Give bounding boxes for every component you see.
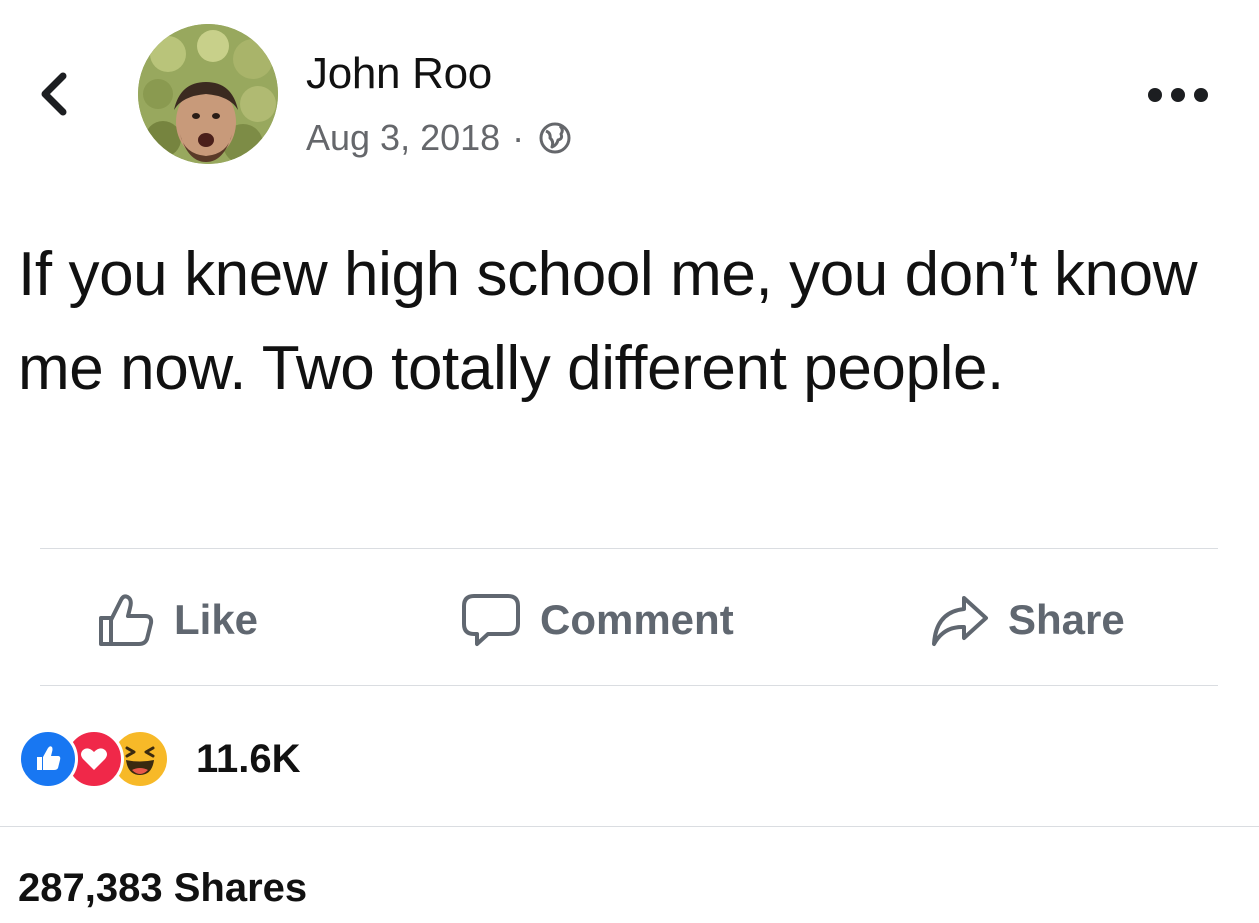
author-name[interactable]: John Roo <box>306 48 492 100</box>
thumbs-up-icon <box>99 594 154 646</box>
ellipsis-icon <box>1148 88 1208 102</box>
like-reaction-icon <box>18 729 78 789</box>
comment-icon <box>462 594 520 646</box>
divider-middle <box>40 685 1218 686</box>
like-label: Like <box>174 596 259 643</box>
like-button[interactable]: Like <box>96 582 258 658</box>
chevron-left-icon <box>41 72 67 116</box>
post-date[interactable]: Aug 3, 2018 <box>306 116 500 160</box>
share-label: Share <box>1008 596 1125 643</box>
divider-top <box>40 548 1218 549</box>
share-button[interactable]: Share <box>930 582 1125 658</box>
comment-button[interactable]: Comment <box>460 582 734 658</box>
share-arrow-icon <box>932 596 988 646</box>
avatar-image <box>138 24 278 164</box>
post-meta: Aug 3, 2018 · <box>306 116 572 160</box>
divider-bottom <box>0 826 1259 827</box>
post-text: If you knew high school me, you don’t kn… <box>18 240 1198 403</box>
shares-count[interactable]: 287,383 Shares <box>18 864 307 912</box>
comment-label: Comment <box>540 596 734 643</box>
avatar[interactable] <box>138 24 278 164</box>
reactions-summary[interactable]: 11.6K <box>18 726 301 792</box>
globe-icon <box>539 122 571 154</box>
meta-separator: · <box>512 117 525 158</box>
back-button[interactable] <box>30 66 78 122</box>
more-options-button[interactable] <box>1138 80 1218 110</box>
reaction-count: 11.6K <box>196 736 301 781</box>
